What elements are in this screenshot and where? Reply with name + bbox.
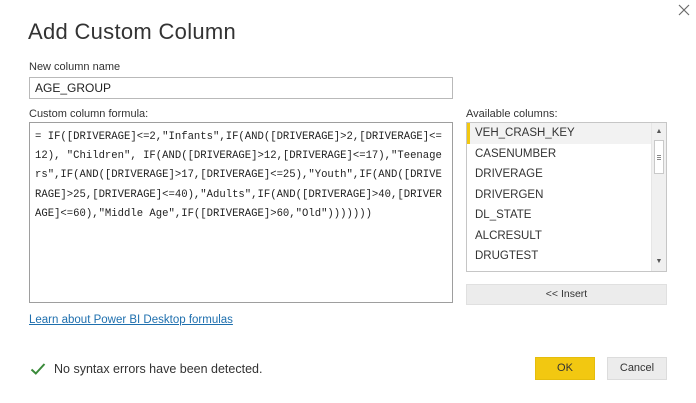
new-column-name-label: New column name (29, 61, 121, 73)
grip-line (657, 157, 661, 158)
syntax-status: No syntax errors have been detected. (30, 362, 262, 376)
check-icon (30, 362, 46, 376)
grip-line (657, 155, 661, 156)
column-item[interactable]: DRUGTEST (467, 246, 653, 267)
column-item[interactable]: DL_STATE (467, 205, 653, 226)
new-column-name-input[interactable] (29, 77, 453, 99)
scrollbar-thumb[interactable] (654, 140, 664, 174)
available-columns-label: Available columns: (466, 108, 558, 120)
syntax-status-text: No syntax errors have been detected. (54, 362, 263, 376)
column-item[interactable]: DRIVERAGE (467, 164, 653, 185)
available-columns-list[interactable]: VEH_CRASH_KEY CASENUMBER DRIVERAGE DRIVERGE… (466, 122, 667, 272)
custom-formula-editor[interactable]: = IF([DRIVERAGE]<=2,"Infants",IF(AND([DR… (29, 122, 453, 303)
column-item[interactable]: DRUGRESULT (467, 267, 653, 272)
column-item[interactable]: VEH_CRASH_KEY (467, 123, 653, 144)
columns-scrollbar[interactable]: ▲ ▼ (651, 123, 666, 271)
ok-button[interactable]: OK (535, 357, 595, 380)
custom-formula-label: Custom column formula: (29, 108, 149, 120)
grip-line (657, 159, 661, 160)
scroll-up-icon[interactable]: ▲ (652, 125, 666, 139)
cancel-button[interactable]: Cancel (607, 357, 667, 380)
available-columns-items: VEH_CRASH_KEY CASENUMBER DRIVERAGE DRIVERGE… (467, 123, 653, 272)
insert-button[interactable]: << Insert (466, 284, 667, 305)
column-item[interactable]: CASENUMBER (467, 144, 653, 165)
learn-formulas-link[interactable]: Learn about Power BI Desktop formulas (29, 314, 233, 326)
close-icon[interactable] (676, 2, 692, 18)
scroll-down-icon[interactable]: ▼ (652, 255, 666, 269)
dialog-title: Add Custom Column (28, 19, 237, 44)
add-custom-column-dialog: Add Custom Column New column name Custom… (0, 0, 696, 403)
column-item[interactable]: DRIVERGEN (467, 185, 653, 206)
formula-text[interactable]: = IF([DRIVERAGE]<=2,"Infants",IF(AND([DR… (35, 131, 442, 220)
column-item[interactable]: ALCRESULT (467, 226, 653, 247)
